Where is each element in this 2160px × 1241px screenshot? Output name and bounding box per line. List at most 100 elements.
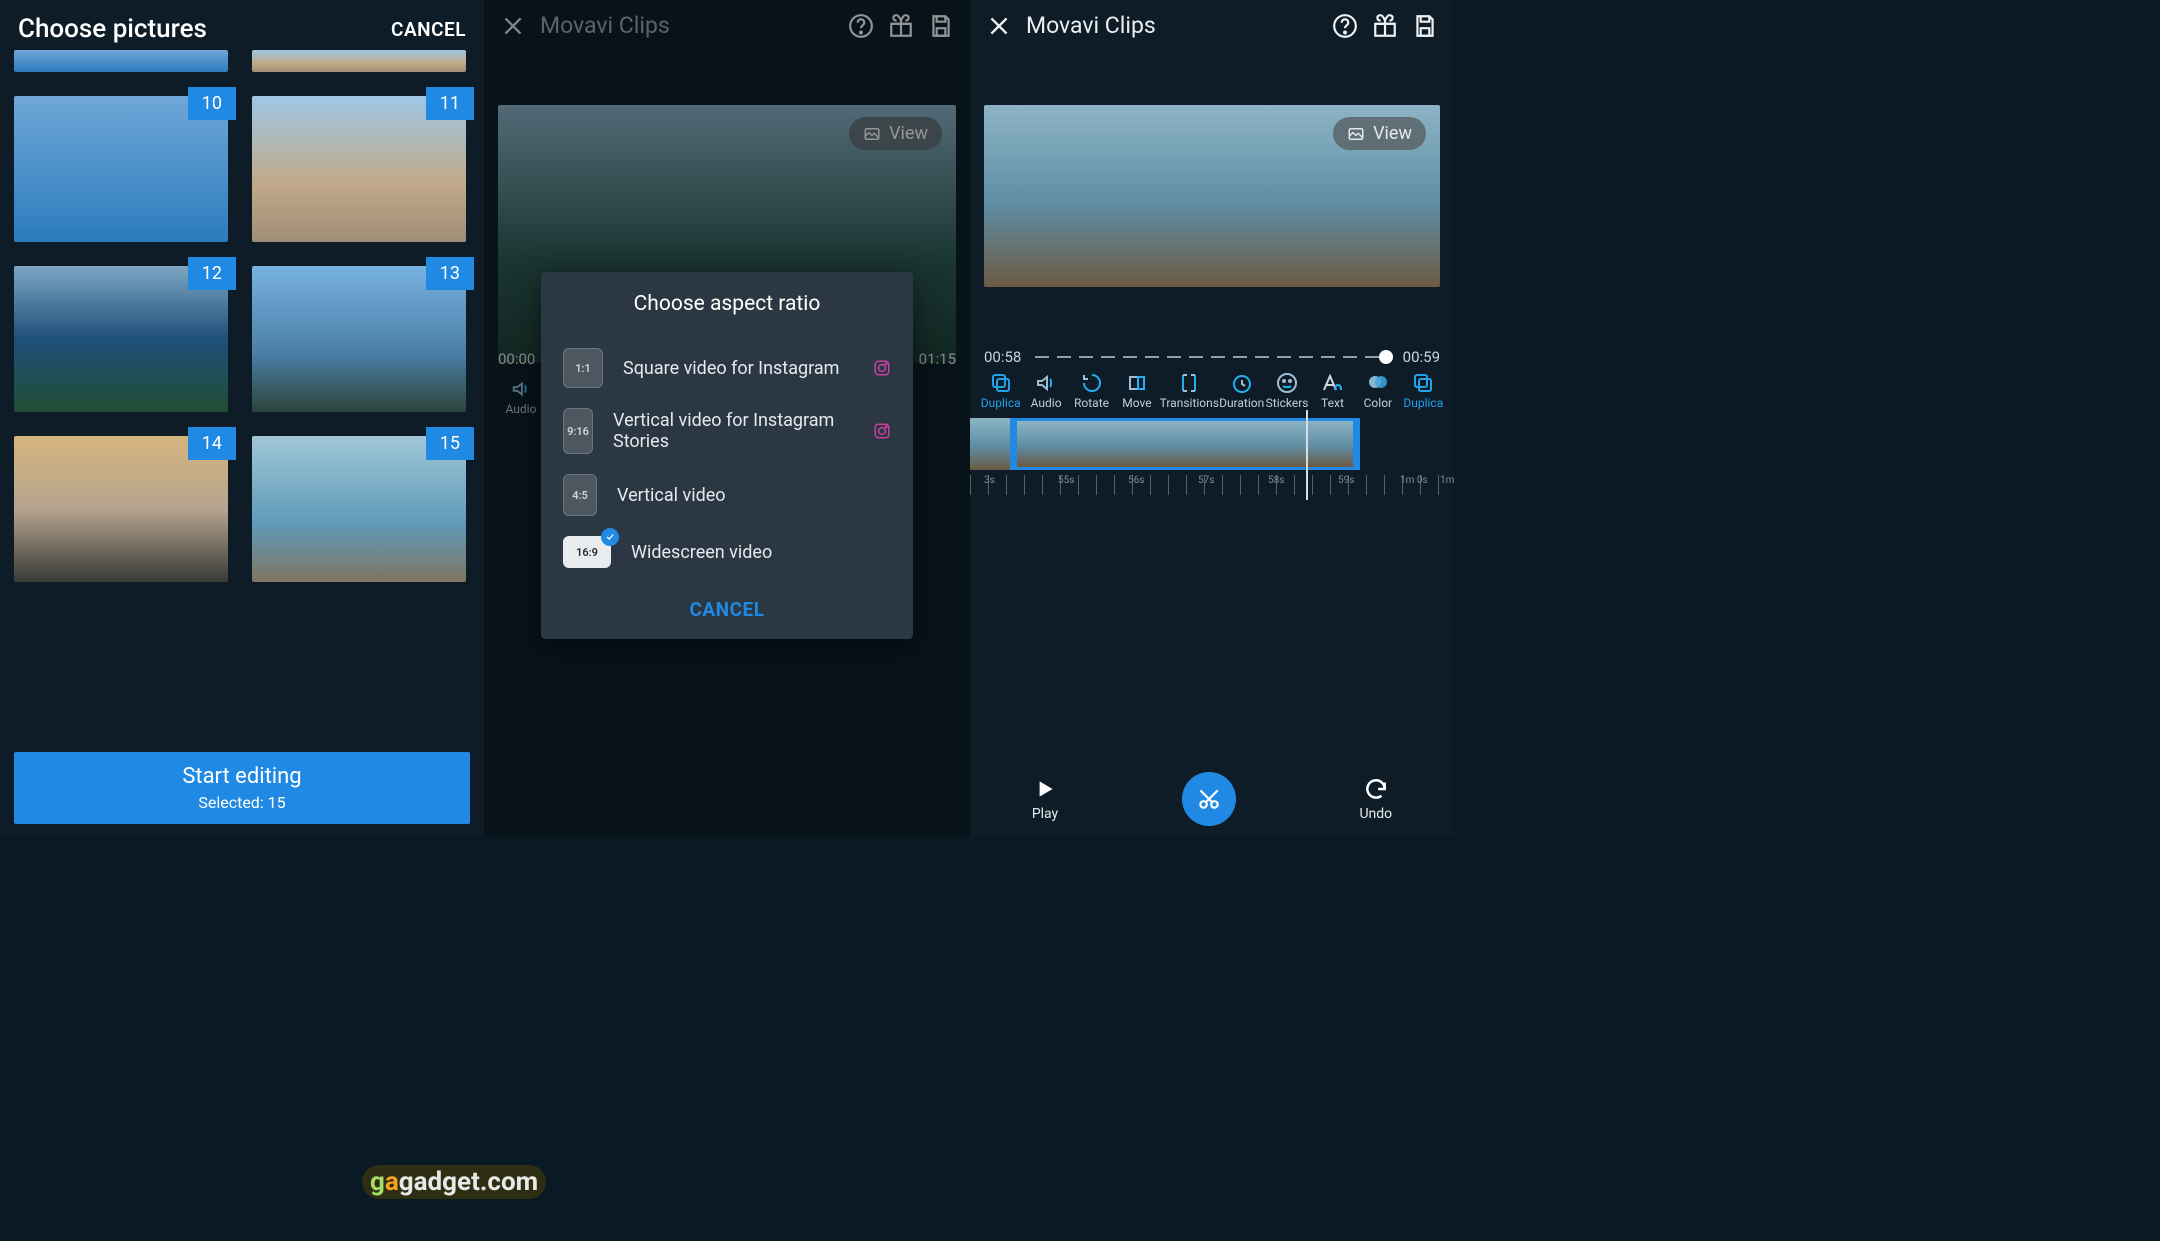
option-label: Vertical video for Instagram Stories xyxy=(613,410,853,452)
progress-row: 00:58 00:59 xyxy=(984,348,1440,366)
tool-label: Duration xyxy=(1219,396,1264,410)
option-label: Vertical video xyxy=(617,485,891,506)
ratio-chip: 1:1 xyxy=(563,348,603,388)
close-icon[interactable] xyxy=(986,13,1012,39)
tool-color[interactable]: Color xyxy=(1355,370,1400,410)
view-button[interactable]: View xyxy=(1333,117,1426,150)
dialog-cancel-button[interactable]: CANCEL xyxy=(541,578,913,635)
tool-label: Text xyxy=(1310,396,1355,410)
appbar: Movavi Clips xyxy=(970,0,1454,51)
tool-text[interactable]: Text xyxy=(1310,370,1355,410)
audio-icon xyxy=(1023,370,1068,396)
selection-badge: 14 xyxy=(188,427,236,460)
time-left: 00:58 xyxy=(984,348,1021,366)
ruler-tick: 3s xyxy=(984,475,995,486)
tool-duration[interactable]: Duration xyxy=(1219,370,1264,410)
ruler-tick: 58s xyxy=(1268,475,1284,486)
start-editing-label: Start editing xyxy=(14,764,470,789)
selection-badge: 15 xyxy=(426,427,474,460)
ratio-chip: 4:5 xyxy=(563,474,597,516)
selection-badge: 12 xyxy=(188,257,236,290)
selection-badge: 13 xyxy=(426,257,474,290)
move-icon xyxy=(1114,370,1159,396)
aspect-option-vertical-stories[interactable]: 9:16 Vertical video for Instagram Storie… xyxy=(541,398,913,464)
aspect-option-square[interactable]: 1:1 Square video for Instagram xyxy=(541,338,913,398)
ratio-chip: 9:16 xyxy=(563,408,593,454)
tool-label: Color xyxy=(1355,396,1400,410)
start-editing-button[interactable]: Start editing Selected: 15 xyxy=(14,752,470,824)
duplicate-icon xyxy=(978,370,1023,396)
tool-duplicate-right[interactable]: Duplica xyxy=(1401,370,1446,410)
tool-label: Transitions xyxy=(1160,396,1219,410)
timeline-frame[interactable] xyxy=(1129,418,1185,470)
duration-icon xyxy=(1219,370,1264,396)
ratio-chip: 16:9 xyxy=(563,536,611,568)
picture-grid: 10 11 12 13 14 15 xyxy=(0,58,484,582)
aspect-ratio-dialog: Choose aspect ratio 1:1 Square video for… xyxy=(541,272,913,639)
cancel-button[interactable]: CANCEL xyxy=(391,18,466,41)
picture-thumb[interactable]: 15 xyxy=(252,436,466,582)
app-title: Movavi Clips xyxy=(1026,12,1318,39)
ruler-tick: 1m xyxy=(1440,475,1454,486)
ruler-tick: 55s xyxy=(1058,475,1074,486)
tool-transitions[interactable]: Transitions xyxy=(1160,370,1219,410)
ruler-tick: 56s xyxy=(1128,475,1144,486)
option-label: Square video for Instagram xyxy=(623,358,853,379)
tool-label: Audio xyxy=(1023,396,1068,410)
choose-pictures-panel: Choose pictures CANCEL 10 11 12 13 14 15… xyxy=(0,0,484,836)
slider-handle[interactable] xyxy=(1379,350,1393,364)
choose-pictures-title: Choose pictures xyxy=(18,14,207,44)
ruler-tick: 59s xyxy=(1338,475,1354,486)
preview-area: View xyxy=(984,105,1440,287)
ratio-value: 16:9 xyxy=(576,546,598,559)
timeline-frame[interactable] xyxy=(1017,418,1073,470)
gift-icon[interactable] xyxy=(1372,13,1398,39)
picture-thumb[interactable]: 10 xyxy=(14,96,228,242)
picture-thumb[interactable]: 14 xyxy=(14,436,228,582)
timeline-frame[interactable] xyxy=(1073,418,1129,470)
selection-badge: 11 xyxy=(426,87,474,120)
rotate-icon xyxy=(1069,370,1114,396)
tool-label: Duplica xyxy=(978,396,1023,410)
save-icon[interactable] xyxy=(1412,13,1438,39)
selected-count: Selected: 15 xyxy=(14,793,470,812)
play-button[interactable]: Play xyxy=(1032,776,1058,822)
check-icon xyxy=(601,528,619,546)
timeline[interactable] xyxy=(970,418,1454,470)
tool-label: Stickers xyxy=(1264,396,1309,410)
tool-duplicate[interactable]: Duplica xyxy=(978,370,1023,410)
selection-badge: 10 xyxy=(188,87,236,120)
clip-handle-left[interactable] xyxy=(1010,418,1017,470)
timeline-frame[interactable] xyxy=(1185,418,1241,470)
option-label: Widescreen video xyxy=(631,542,891,563)
view-label: View xyxy=(1373,123,1412,144)
tool-audio[interactable]: Audio xyxy=(1023,370,1068,410)
picture-thumb[interactable] xyxy=(14,50,228,72)
instagram-icon xyxy=(873,359,891,377)
toolbar: Duplica Audio Rotate Move Transitions Du… xyxy=(970,370,1454,410)
tool-stickers[interactable]: Stickers xyxy=(1264,370,1309,410)
timeline-frame[interactable] xyxy=(970,418,1010,470)
progress-slider[interactable] xyxy=(1035,356,1388,358)
transitions-icon xyxy=(1160,370,1219,396)
help-icon[interactable] xyxy=(1332,13,1358,39)
picture-thumb[interactable]: 13 xyxy=(252,266,466,412)
picture-thumb[interactable]: 11 xyxy=(252,96,466,242)
picture-thumb[interactable] xyxy=(252,50,466,72)
cut-button[interactable] xyxy=(1182,772,1236,826)
picture-thumb[interactable]: 12 xyxy=(14,266,228,412)
time-right: 00:59 xyxy=(1403,348,1440,366)
play-label: Play xyxy=(1032,806,1058,822)
text-icon xyxy=(1310,370,1355,396)
editor-panel: Movavi Clips View 00:58 00:59 Duplica A xyxy=(970,0,1454,836)
time-ruler: 3s 55s 56s 57s 58s 59s 1m 0s 1m xyxy=(970,475,1454,495)
tool-move[interactable]: Move xyxy=(1114,370,1159,410)
timeline-frame[interactable] xyxy=(1241,418,1297,470)
tool-rotate[interactable]: Rotate xyxy=(1069,370,1114,410)
undo-button[interactable]: Undo xyxy=(1359,776,1392,822)
aspect-option-vertical[interactable]: 4:5 Vertical video xyxy=(541,464,913,526)
stickers-icon xyxy=(1264,370,1309,396)
clip-handle-right[interactable] xyxy=(1353,418,1360,470)
watermark: gagadget.com xyxy=(362,1165,546,1199)
aspect-option-widescreen[interactable]: 16:9 Widescreen video xyxy=(541,526,913,578)
